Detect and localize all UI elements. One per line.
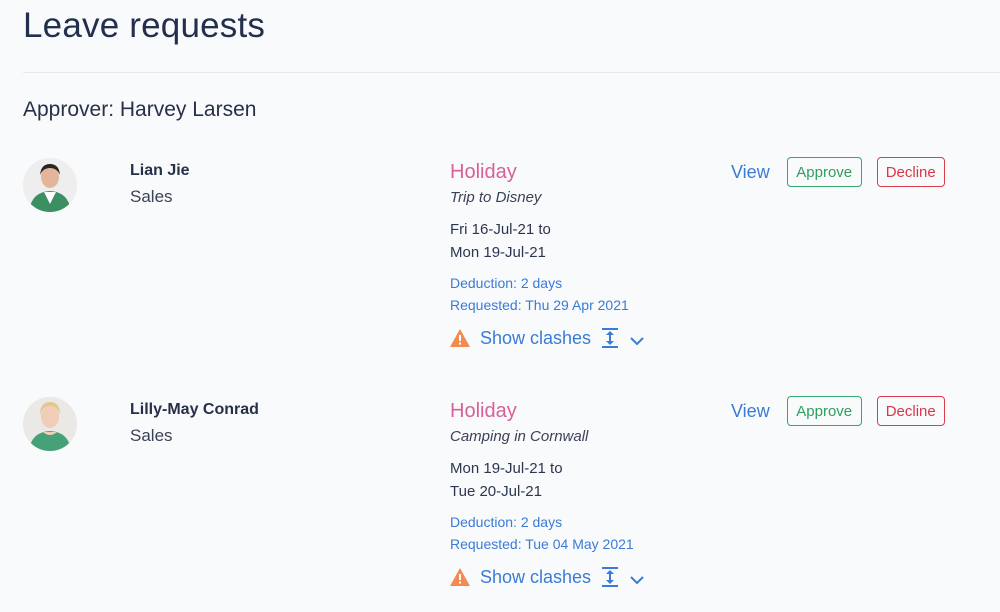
- leave-dates: Fri 16-Jul-21 to Mon 19-Jul-21: [450, 218, 710, 272]
- requested-date: Requested: Tue 04 May 2021: [450, 536, 634, 552]
- date-to: Mon 19-Jul-21: [450, 244, 546, 261]
- view-link[interactable]: View: [731, 162, 770, 183]
- leave-type: Holiday: [450, 400, 517, 422]
- expand-vertical-icon[interactable]: [601, 566, 619, 588]
- expand-vertical-icon[interactable]: [601, 327, 619, 349]
- warning-icon: [450, 568, 470, 586]
- date-to: Tue 20-Jul-21: [450, 483, 542, 500]
- approver-heading: Approver: Harvey Larsen: [23, 98, 257, 121]
- show-clashes-label[interactable]: Show clashes: [480, 567, 591, 588]
- show-clashes-toggle[interactable]: Show clashes: [450, 563, 710, 591]
- leave-request-card: Lilly-May Conrad Sales Holiday Camping i…: [0, 396, 1000, 612]
- leave-details: Holiday Camping in Cornwall Mon 19-Jul-2…: [450, 397, 710, 591]
- leave-details: Holiday Trip to Disney Fri 16-Jul-21 to …: [450, 158, 710, 352]
- leave-request-card: Lian Jie Sales Holiday Trip to Disney Fr…: [0, 157, 1000, 378]
- employee-department: Sales: [130, 187, 173, 206]
- leave-type: Holiday: [450, 161, 517, 183]
- chevron-down-icon[interactable]: [630, 333, 644, 346]
- view-link[interactable]: View: [731, 401, 770, 422]
- date-from: Fri 16-Jul-21 to: [450, 221, 551, 238]
- deduction: Deduction: 2 days: [450, 275, 563, 291]
- request-actions: View Approve Decline: [731, 396, 945, 426]
- divider: [23, 72, 1000, 73]
- leave-reason: Camping in Cornwall: [450, 428, 589, 445]
- request-actions: View Approve Decline: [731, 157, 945, 187]
- warning-icon: [450, 329, 470, 347]
- requested-date: Requested: Thu 29 Apr 2021: [450, 297, 629, 313]
- date-from: Mon 19-Jul-21 to: [450, 460, 563, 477]
- avatar-photo-icon: [23, 158, 77, 212]
- leave-requests-page: Leave requests Approver: Harvey Larsen L…: [0, 0, 1000, 612]
- employee-department: Sales: [130, 426, 173, 445]
- chevron-down-icon[interactable]: [630, 572, 644, 585]
- leave-reason: Trip to Disney: [450, 189, 542, 206]
- employee-avatar: [23, 397, 77, 451]
- approve-button[interactable]: Approve: [786, 157, 862, 187]
- show-clashes-label[interactable]: Show clashes: [480, 328, 591, 349]
- approve-button[interactable]: Approve: [786, 396, 862, 426]
- show-clashes-toggle[interactable]: Show clashes: [450, 324, 710, 352]
- page-title: Leave requests: [23, 6, 266, 45]
- decline-button[interactable]: Decline: [876, 157, 945, 187]
- avatar-photo-icon: [23, 397, 77, 451]
- employee-name: Lilly-May Conrad: [130, 401, 259, 418]
- decline-button[interactable]: Decline: [876, 396, 945, 426]
- employee-name: Lian Jie: [130, 162, 190, 179]
- leave-dates: Mon 19-Jul-21 to Tue 20-Jul-21: [450, 457, 710, 511]
- deduction: Deduction: 2 days: [450, 514, 563, 530]
- employee-avatar: [23, 158, 77, 212]
